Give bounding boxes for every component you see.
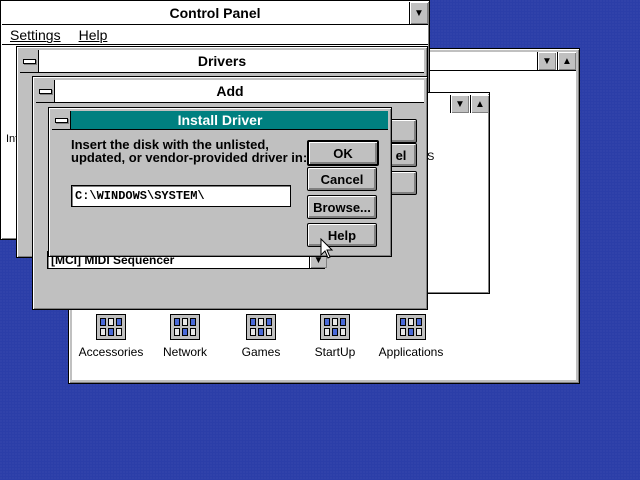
minimize-button[interactable]: ▼ — [409, 2, 428, 24]
ok-button[interactable]: OK — [307, 140, 379, 166]
system-menu-icon — [22, 58, 36, 64]
cancel-label: Cancel — [320, 171, 364, 187]
dialog-title: Install Driver — [177, 112, 263, 128]
install-driver-titlebar[interactable]: Install Driver — [52, 111, 388, 130]
chevron-down-icon: ▼ — [414, 7, 424, 19]
system-menu-button[interactable] — [52, 111, 71, 129]
browse-button[interactable]: Browse... — [307, 195, 377, 219]
window-title: Drivers — [197, 53, 247, 69]
program-group-item[interactable]: Games — [226, 314, 296, 359]
menu-settings[interactable]: Settings — [10, 27, 61, 43]
scroll-up-button[interactable]: ▲ — [470, 95, 489, 113]
minimize-button[interactable]: ▼ — [537, 52, 556, 70]
system-menu-button[interactable] — [36, 80, 55, 102]
system-menu-icon — [54, 117, 68, 123]
partial-side-text: S — [427, 151, 435, 163]
program-group-label: Accessories — [78, 345, 144, 359]
program-group-label: StartUp — [314, 345, 356, 359]
system-menu-button[interactable] — [20, 50, 39, 72]
chevron-up-icon: ▲ — [562, 55, 572, 67]
browse-label: Browse... — [313, 199, 371, 215]
window-title: Control Panel — [169, 5, 261, 21]
prompt-text-line2: updated, or vendor-provided driver in: — [71, 150, 308, 165]
menu-help[interactable]: Help — [79, 27, 108, 43]
install-driver-dialog: Install Driver Insert the disk with the … — [48, 107, 392, 257]
partial-button-label: el — [395, 147, 407, 163]
program-group-label: Network — [162, 345, 207, 359]
drivers-list-panel: ▼ ▲ S — [420, 92, 490, 294]
accessories-group-icon — [96, 314, 126, 340]
maximize-button[interactable]: ▲ — [557, 52, 576, 70]
program-group-item[interactable]: Accessories — [76, 314, 146, 359]
program-group-label: Games — [241, 345, 281, 359]
driver-path-value: C:\WINDOWS\SYSTEM\ — [75, 189, 205, 203]
driver-path-input[interactable]: C:\WINDOWS\SYSTEM\ — [71, 185, 291, 207]
program-group-item[interactable]: Network — [150, 314, 220, 359]
window-title: Add — [216, 83, 244, 99]
program-group-label: Applications — [378, 345, 444, 359]
control-panel-titlebar[interactable]: Control Panel ▼ — [2, 2, 428, 25]
system-menu-icon — [38, 88, 52, 94]
drivers-titlebar[interactable]: Drivers — [20, 50, 424, 73]
scroll-down-button[interactable]: ▼ — [450, 95, 469, 113]
network-group-icon — [170, 314, 200, 340]
control-panel-menubar: Settings Help — [2, 25, 428, 45]
ok-label: OK — [333, 145, 353, 161]
chevron-down-icon: ▼ — [542, 55, 552, 67]
mouse-cursor-icon — [320, 238, 334, 259]
help-button[interactable]: Help — [307, 223, 377, 247]
program-group-item[interactable]: Applications — [376, 314, 446, 359]
chevron-down-icon: ▼ — [455, 98, 465, 110]
applications-group-icon — [396, 314, 426, 340]
startup-group-icon — [320, 314, 350, 340]
add-titlebar[interactable]: Add — [36, 80, 424, 103]
chevron-up-icon: ▲ — [475, 98, 485, 110]
cancel-button[interactable]: Cancel — [307, 167, 377, 191]
program-group-item[interactable]: StartUp — [300, 314, 370, 359]
games-group-icon — [246, 314, 276, 340]
